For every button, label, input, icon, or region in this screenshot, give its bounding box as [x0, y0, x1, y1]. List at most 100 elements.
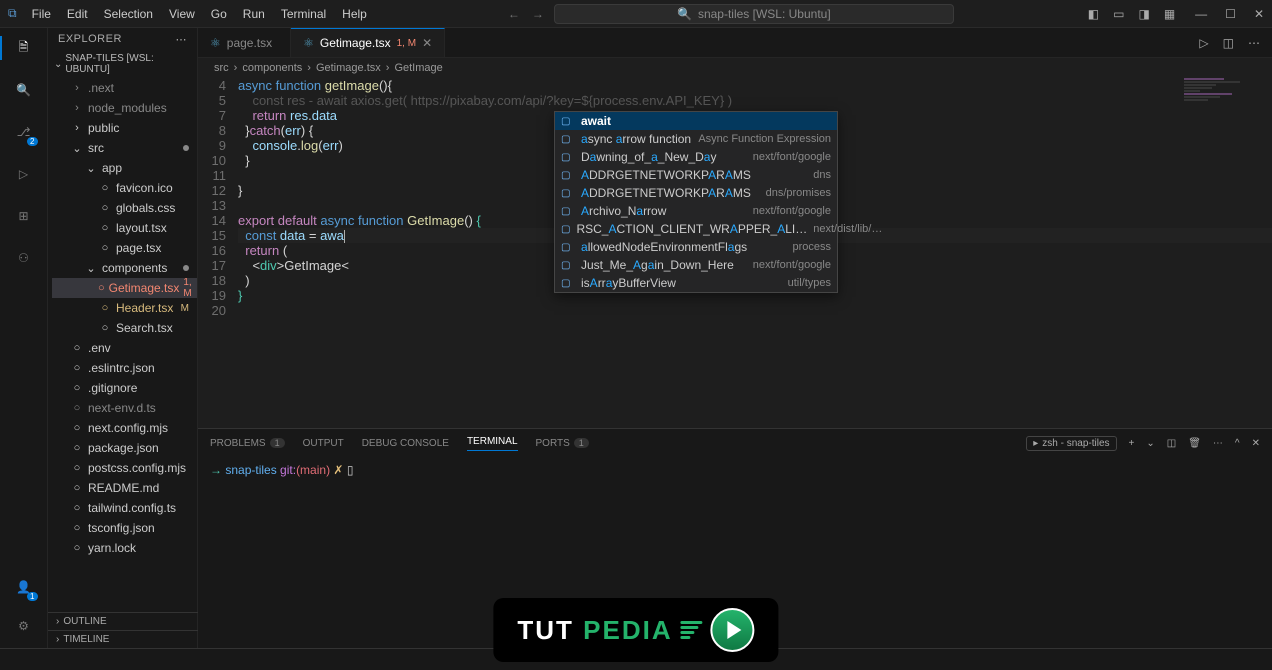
tree-item[interactable]: ○next-env.d.ts [52, 398, 197, 418]
tree-item[interactable]: ○yarn.lock [52, 538, 197, 558]
menu-bar: FileEditSelectionViewGoRunTerminalHelp [25, 4, 374, 24]
explorer-icon[interactable]: 🗎 [12, 36, 36, 60]
sidebar-more-icon[interactable]: ⋯ [176, 33, 188, 46]
menu-go[interactable]: Go [204, 4, 234, 24]
minimap[interactable] [1184, 78, 1264, 228]
sidebar-title: EXPLORER [58, 33, 122, 45]
panel-tab-terminal[interactable]: TERMINAL [467, 436, 518, 451]
extensions-icon[interactable]: ⊞ [12, 204, 36, 228]
terminal-label[interactable]: ▸ zsh - snap-tiles [1026, 436, 1116, 451]
maximize-icon[interactable]: ☐ [1225, 7, 1236, 21]
panel-close-icon[interactable]: ✕ [1252, 438, 1260, 449]
brand-overlay: TUT PEDIA [493, 598, 778, 662]
menu-run[interactable]: Run [236, 4, 272, 24]
code-editor[interactable]: 457891011121314151617181920 async functi… [198, 78, 1272, 428]
autocomplete-item[interactable]: ▢ADDRGETNETWORKPARAMSdns [555, 166, 837, 184]
vscode-icon: ⧉ [8, 6, 17, 21]
chevron-down-icon: ⌄ [54, 59, 62, 70]
autocomplete-item[interactable]: ▢Just_Me_Again_Down_Herenext/font/google [555, 256, 837, 274]
tree-item[interactable]: ○favicon.ico [52, 178, 197, 198]
titlebar: ⧉ FileEditSelectionViewGoRunTerminalHelp… [0, 0, 1272, 28]
sidebar: EXPLORER ⋯ ⌄ SNAP-TILES [WSL: UBUNTU] ›.… [48, 28, 198, 648]
tree-item[interactable]: ○.env [52, 338, 197, 358]
menu-terminal[interactable]: Terminal [274, 4, 333, 24]
tree-item[interactable]: ○tailwind.config.ts [52, 498, 197, 518]
minimize-icon[interactable]: — [1195, 7, 1207, 21]
search-icon: 🔍 [677, 7, 692, 21]
layout-panel-icon[interactable]: ▭ [1113, 7, 1124, 21]
menu-view[interactable]: View [162, 4, 202, 24]
layout-controls: ◧ ▭ ◨ ▦ [1088, 7, 1175, 21]
play-icon [711, 608, 755, 652]
panel-tab-problems[interactable]: PROBLEMS1 [210, 438, 285, 449]
new-terminal-icon[interactable]: + [1129, 438, 1135, 449]
settings-icon[interactable]: ⚙ [12, 614, 36, 638]
menu-edit[interactable]: Edit [60, 4, 95, 24]
tree-item[interactable]: ›node_modules [52, 98, 197, 118]
tree-item[interactable]: ⌄src [52, 138, 197, 158]
tree-item[interactable]: ⌄app [52, 158, 197, 178]
tab[interactable]: ⚛Getimage.tsx1, M✕ [291, 28, 445, 57]
timeline-section[interactable]: ›TIMELINE [48, 630, 198, 648]
search-activity-icon[interactable]: 🔍 [12, 78, 36, 102]
autocomplete-popup[interactable]: ▢await▢async arrow functionAsync Functio… [554, 111, 838, 293]
tree-item[interactable]: ○globals.css [52, 198, 197, 218]
tree-item[interactable]: ›public [52, 118, 197, 138]
autocomplete-item[interactable]: ▢await [555, 112, 837, 130]
autocomplete-item[interactable]: ▢Dawning_of_a_New_Daynext/font/google [555, 148, 837, 166]
menu-file[interactable]: File [25, 4, 58, 24]
panel-maximize-icon[interactable]: ^ [1235, 438, 1240, 449]
tree-item[interactable]: ○Getimage.tsx1, M [52, 278, 197, 298]
tab[interactable]: ⚛page.tsx [198, 28, 291, 57]
autocomplete-item[interactable]: ▢ADDRGETNETWORKPARAMSdns/promises [555, 184, 837, 202]
tree-item[interactable]: ○.gitignore [52, 378, 197, 398]
tree-item[interactable]: ○Search.tsx [52, 318, 197, 338]
debug-icon[interactable]: ▷ [12, 162, 36, 186]
project-title[interactable]: ⌄ SNAP-TILES [WSL: UBUNTU] [48, 50, 197, 78]
layout-sidebar-icon[interactable]: ◧ [1088, 7, 1099, 21]
run-icon[interactable]: ▷ [1199, 36, 1208, 50]
layout-customize-icon[interactable]: ▦ [1164, 7, 1175, 21]
nav-forward-icon[interactable]: → [532, 7, 544, 21]
autocomplete-item[interactable]: ▢RSC_ACTION_CLIENT_WRAPPER_ALI…next/dist… [555, 220, 837, 238]
autocomplete-item[interactable]: ▢async arrow functionAsync Function Expr… [555, 130, 837, 148]
window-controls: — ☐ ✕ [1195, 7, 1264, 21]
menu-selection[interactable]: Selection [97, 4, 160, 24]
breadcrumb[interactable]: src › components › Getimage.tsx › GetIma… [198, 58, 1272, 78]
autocomplete-item[interactable]: ▢Archivo_Narrownext/font/google [555, 202, 837, 220]
tree-item[interactable]: ○layout.tsx [52, 218, 197, 238]
layout-side-icon[interactable]: ◨ [1138, 7, 1149, 21]
tree-item[interactable]: ○README.md [52, 478, 197, 498]
nav-back-icon[interactable]: ← [508, 7, 520, 21]
tree-item[interactable]: ⌄components [52, 258, 197, 278]
tree-item[interactable]: ○page.tsx [52, 238, 197, 258]
kill-terminal-icon[interactable]: 🗑 [1188, 438, 1201, 449]
tree-item[interactable]: ○tsconfig.json [52, 518, 197, 538]
split-terminal-icon[interactable]: ◫ [1167, 438, 1176, 449]
tree-item[interactable]: ○postcss.config.mjs [52, 458, 197, 478]
tree-item[interactable]: ○.eslintrc.json [52, 358, 197, 378]
tab-close-icon[interactable]: ✕ [422, 36, 432, 50]
tree-item[interactable]: ○next.config.mjs [52, 418, 197, 438]
tree-item[interactable]: ○Header.tsxM [52, 298, 197, 318]
split-icon[interactable]: ◫ [1223, 36, 1234, 50]
close-icon[interactable]: ✕ [1254, 7, 1264, 21]
tree-item[interactable]: ○package.json [52, 438, 197, 458]
account-icon[interactable]: 👤1 [12, 575, 36, 599]
menu-help[interactable]: Help [335, 4, 374, 24]
panel-tab-ports[interactable]: PORTS1 [536, 438, 589, 449]
autocomplete-item[interactable]: ▢isArrayBufferViewutil/types [555, 274, 837, 292]
terminal-dropdown-icon[interactable]: ⌄ [1146, 438, 1154, 449]
outline-section[interactable]: ›OUTLINE [48, 612, 198, 630]
autocomplete-item[interactable]: ▢allowedNodeEnvironmentFlagsprocess [555, 238, 837, 256]
remote-icon[interactable]: ⚇ [12, 246, 36, 270]
source-control-icon[interactable]: ⎇2 [12, 120, 36, 144]
panel-tab-debug-console[interactable]: DEBUG CONSOLE [362, 438, 449, 449]
more-icon[interactable]: ⋯ [1248, 36, 1260, 50]
panel-tab-output[interactable]: OUTPUT [303, 438, 344, 449]
panel-actions: ▸ zsh - snap-tiles + ⌄ ◫ 🗑 ⋯ ^ ✕ [1026, 436, 1260, 451]
tree-item[interactable]: ›.next [52, 78, 197, 98]
command-center[interactable]: 🔍 snap-tiles [WSL: Ubuntu] [554, 4, 954, 24]
panel-more-icon[interactable]: ⋯ [1213, 438, 1223, 449]
tab-actions: ▷ ◫ ⋯ [1187, 28, 1272, 57]
